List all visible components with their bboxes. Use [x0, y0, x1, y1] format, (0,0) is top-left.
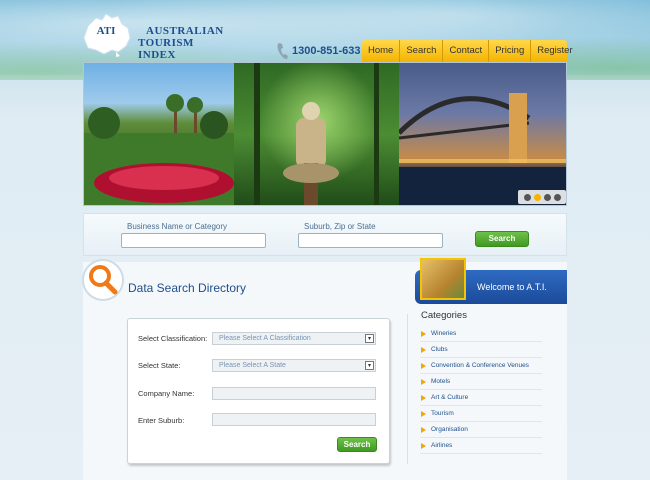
suburb-label: Enter Suburb:	[138, 416, 185, 425]
categories-title: Categories	[421, 310, 467, 321]
logo-abbreviation: ATI	[96, 25, 116, 37]
location-label: Suburb, Zip or State	[304, 222, 376, 231]
business-label: Business Name or Category	[127, 222, 228, 231]
sidebar-divider	[407, 314, 408, 464]
category-tourism[interactable]: Tourism	[420, 406, 542, 422]
directory-search-button[interactable]: Search	[337, 437, 377, 452]
park-scene	[84, 94, 244, 205]
forest-scene	[254, 63, 379, 205]
logo-text-line2: TOURISM INDEX	[138, 37, 194, 61]
hero-banner	[83, 62, 567, 206]
state-select[interactable]: Please Select A State ▾	[212, 359, 376, 372]
banner-forest-image	[234, 63, 404, 205]
business-input[interactable]	[121, 233, 266, 248]
classification-select[interactable]: Please Select A Classification ▾	[212, 332, 376, 345]
slider-dot-2[interactable]	[533, 193, 541, 201]
company-input[interactable]	[212, 387, 376, 400]
quick-search-button[interactable]: Search	[475, 231, 529, 247]
nav-search[interactable]: Search	[400, 40, 444, 62]
category-convention-venues[interactable]: Convention & Conference Venues	[420, 358, 542, 374]
classification-value: Please Select A Classification	[219, 335, 311, 342]
location-input[interactable]	[298, 233, 443, 248]
category-wineries[interactable]: Wineries	[420, 326, 542, 342]
magnifier-badge	[82, 259, 124, 301]
nav-pricing[interactable]: Pricing	[489, 40, 532, 62]
nav-register[interactable]: Register	[531, 40, 578, 62]
classification-label: Select Classification:	[138, 334, 208, 343]
magnifier-icon	[89, 265, 118, 295]
nav-home[interactable]: Home	[362, 40, 401, 62]
suburb-input[interactable]	[212, 413, 376, 426]
company-label: Company Name:	[138, 389, 195, 398]
slider-dots	[518, 190, 566, 204]
page-title: Data Search Directory	[128, 281, 247, 295]
banner-park-image	[84, 63, 244, 205]
category-organisation[interactable]: Organisation	[420, 422, 542, 438]
main-nav: Home Search Contact Pricing Register	[362, 40, 573, 62]
chevron-down-icon: ▾	[365, 361, 374, 370]
chevron-down-icon: ▾	[365, 334, 374, 343]
category-art-culture[interactable]: Art & Culture	[420, 390, 542, 406]
harbour-scene	[397, 93, 566, 205]
nav-contact[interactable]: Contact	[443, 40, 490, 62]
category-airlines[interactable]: Airlines	[420, 438, 542, 454]
category-motels[interactable]: Motels	[420, 374, 542, 390]
phone-icon	[277, 43, 288, 59]
slider-dot-3[interactable]	[543, 193, 551, 201]
phone-number: 1300-851-633	[292, 45, 361, 57]
state-value: Please Select A State	[219, 362, 286, 369]
category-clubs[interactable]: Clubs	[420, 342, 542, 358]
categories-list: Wineries Clubs Convention & Conference V…	[420, 326, 542, 454]
site-logo[interactable]: ATI AUSTRALIAN TOURISM INDEX	[82, 12, 227, 61]
logo-text-line1: AUSTRALIAN	[146, 25, 224, 37]
slider-dot-4[interactable]	[553, 193, 561, 201]
state-label: Select State:	[138, 361, 181, 370]
banner-harbour-image	[397, 63, 566, 205]
phone-contact: 1300-851-633	[276, 42, 361, 60]
slider-dot-1[interactable]	[523, 193, 531, 201]
welcome-photo	[420, 258, 466, 300]
